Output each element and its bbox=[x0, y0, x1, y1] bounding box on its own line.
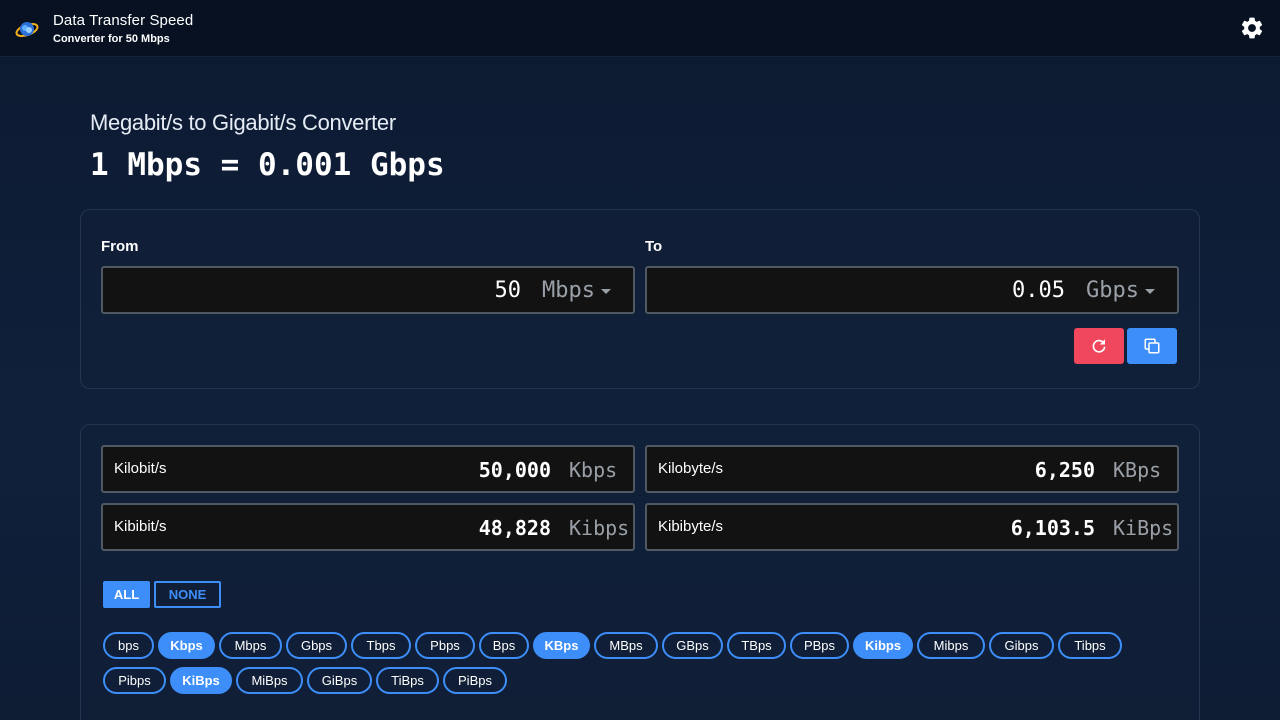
result-kibibit: Kibibit/s 48,828 Kibps bbox=[101, 503, 635, 551]
to-field[interactable]: 0.05 Gbps bbox=[645, 266, 1179, 314]
top-bar: Data Transfer Speed Converter for 50 Mbp… bbox=[0, 0, 1280, 57]
app-title: Data Transfer Speed bbox=[53, 12, 194, 29]
unit-chip-TBps[interactable]: TBps bbox=[727, 632, 786, 659]
unit-chip-GiBps[interactable]: GiBps bbox=[307, 667, 372, 694]
unit-chip-Bps[interactable]: Bps bbox=[479, 632, 529, 659]
gear-icon[interactable] bbox=[1239, 15, 1265, 41]
result-kilobit: Kilobit/s 50,000 Kbps bbox=[101, 445, 635, 493]
result-value[interactable]: 6,250 bbox=[1035, 458, 1095, 482]
result-kilobyte: Kilobyte/s 6,250 KBps bbox=[645, 445, 1179, 493]
unit-chip-KBps[interactable]: KBps bbox=[533, 632, 590, 659]
result-value[interactable]: 50,000 bbox=[479, 458, 551, 482]
page-heading: Megabit/s to Gigabit/s Converter bbox=[90, 110, 396, 135]
app-subtitle: Converter for 50 Mbps bbox=[53, 33, 170, 45]
unit-chip-gbps[interactable]: Gbps bbox=[286, 632, 347, 659]
to-unit-select[interactable]: Gbps bbox=[1086, 278, 1139, 303]
result-name: Kibibyte/s bbox=[658, 518, 724, 535]
from-label: From bbox=[101, 238, 139, 255]
to-label: To bbox=[645, 238, 663, 255]
unit-chip-TiBps[interactable]: TiBps bbox=[376, 667, 439, 694]
conversion-formula: 1 Mbps = 0.001 Gbps bbox=[90, 147, 445, 183]
from-field[interactable]: 50 Mbps bbox=[101, 266, 635, 314]
unit-chip-GBps[interactable]: GBps bbox=[662, 632, 723, 659]
copy-button[interactable] bbox=[1127, 328, 1177, 364]
select-none-button[interactable]: NONE bbox=[154, 581, 221, 608]
result-name: Kibibit/s bbox=[114, 518, 167, 535]
unit-chip-kibps[interactable]: Kibps bbox=[853, 632, 913, 659]
unit-chip-pbps[interactable]: Pbps bbox=[415, 632, 475, 659]
result-value[interactable]: 6,103.5 bbox=[1011, 516, 1095, 540]
result-name: Kilobit/s bbox=[114, 460, 167, 477]
reset-button[interactable] bbox=[1074, 328, 1124, 364]
globe-cloud-icon[interactable] bbox=[14, 16, 40, 42]
result-unit: Kbps bbox=[569, 458, 618, 482]
unit-chip-tibps[interactable]: Tibps bbox=[1058, 632, 1122, 659]
unit-chip-PBps[interactable]: PBps bbox=[790, 632, 849, 659]
chevron-down-icon[interactable] bbox=[1145, 289, 1155, 294]
result-unit: Kibps bbox=[569, 516, 630, 540]
result-name: Kilobyte/s bbox=[658, 460, 724, 477]
result-unit: KiBps bbox=[1113, 516, 1174, 540]
unit-chip-kbps[interactable]: Kbps bbox=[158, 632, 215, 659]
unit-chip-PiBps[interactable]: PiBps bbox=[443, 667, 507, 694]
select-all-button[interactable]: ALL bbox=[103, 581, 150, 608]
result-value[interactable]: 48,828 bbox=[479, 516, 551, 540]
chevron-down-icon[interactable] bbox=[601, 289, 611, 294]
unit-chip-KiBps[interactable]: KiBps bbox=[170, 667, 232, 694]
from-unit-select[interactable]: Mbps bbox=[542, 278, 595, 303]
result-kibibyte: Kibibyte/s 6,103.5 KiBps bbox=[645, 503, 1179, 551]
refresh-icon bbox=[1092, 339, 1106, 353]
to-value[interactable]: 0.05 bbox=[1012, 278, 1065, 303]
from-value[interactable]: 50 bbox=[495, 278, 522, 303]
copy-icon bbox=[1144, 338, 1160, 354]
unit-chip-pibps[interactable]: Pibps bbox=[103, 667, 166, 694]
result-unit: KBps bbox=[1113, 458, 1162, 482]
unit-chip-gibps[interactable]: Gibps bbox=[989, 632, 1054, 659]
unit-chip-mibps[interactable]: Mibps bbox=[917, 632, 985, 659]
unit-chip-tbps[interactable]: Tbps bbox=[351, 632, 411, 659]
unit-chip-bps[interactable]: bps bbox=[103, 632, 154, 659]
unit-chip-MiBps[interactable]: MiBps bbox=[236, 667, 303, 694]
unit-chip-mbps[interactable]: Mbps bbox=[219, 632, 282, 659]
unit-chip-MBps[interactable]: MBps bbox=[594, 632, 658, 659]
